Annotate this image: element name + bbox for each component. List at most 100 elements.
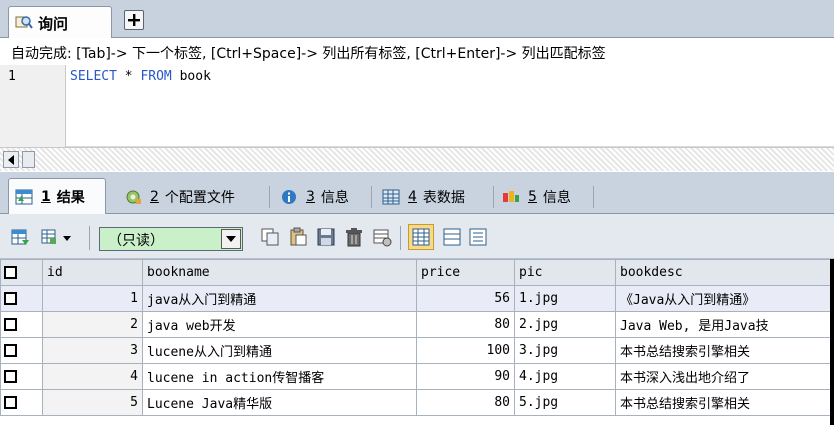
cell-id[interactable]: 1	[42, 285, 143, 312]
cell-price[interactable]: 80	[416, 311, 515, 338]
line-gutter: 1	[0, 65, 66, 147]
checkbox-icon	[4, 318, 17, 331]
cell-pic[interactable]: 2.jpg	[514, 311, 616, 338]
checkbox-icon	[4, 370, 17, 383]
row-checkbox[interactable]	[0, 389, 43, 416]
sql-editor[interactable]: 1 SELECT * FROM book	[0, 65, 834, 147]
cell-id[interactable]: 5	[42, 389, 143, 416]
save-icon[interactable]	[316, 227, 336, 247]
cell-price[interactable]: 100	[416, 337, 515, 364]
tab-table-data-number: 4	[408, 189, 417, 205]
checkbox-icon	[4, 396, 17, 409]
scroll-thumb[interactable]	[22, 151, 35, 168]
table-row[interactable]: 3 lucene从入门到精通 100 3.jpg 本书总结搜索引擎相关	[0, 337, 834, 364]
delete-icon[interactable]	[344, 227, 364, 247]
row-checkbox[interactable]	[0, 285, 43, 312]
query-tab-label: 询问	[38, 15, 69, 33]
tab-messages-label: 信息	[320, 190, 349, 206]
sql-keyword-select: SELECT	[70, 69, 117, 84]
plus-icon	[128, 14, 140, 26]
cell-pic[interactable]: 5.jpg	[514, 389, 616, 416]
tab-divider	[269, 186, 270, 208]
scroll-left-button[interactable]	[3, 151, 19, 168]
paste-icon[interactable]	[288, 227, 308, 247]
tab-table-data[interactable]: 4 表数据	[376, 182, 494, 212]
tab-divider	[493, 186, 494, 208]
checkbox-icon	[4, 266, 17, 279]
arrow-left-icon	[8, 155, 14, 165]
grid-view-icon[interactable]	[408, 224, 434, 250]
tab-divider	[593, 186, 594, 208]
info-icon	[282, 190, 296, 204]
tab-results[interactable]: 1 结果	[8, 178, 106, 214]
column-header-id[interactable]: id	[42, 259, 143, 286]
toolbar-divider	[400, 226, 401, 250]
toolbar-divider	[89, 226, 90, 250]
cell-bookdesc[interactable]: 本书总结搜索引擎相关	[615, 337, 834, 364]
select-all-checkbox[interactable]	[0, 259, 43, 286]
cell-id[interactable]: 3	[42, 337, 143, 364]
chevron-down-icon[interactable]	[62, 227, 72, 247]
editor-horizontal-scrollbar[interactable]	[0, 147, 834, 171]
tab-divider	[371, 186, 372, 208]
cell-bookdesc[interactable]: 本书总结搜索引擎相关	[615, 389, 834, 416]
cell-bookname[interactable]: lucene in action传智播客	[142, 363, 417, 390]
grid-right-edge	[830, 259, 834, 425]
result-tab-strip: 1 结果 2 个配置文件 3 信息 4 表数据 5 信息	[0, 172, 834, 214]
table-row[interactable]: 2 java web开发 80 2.jpg Java Web, 是用Java技	[0, 311, 834, 338]
copy-icon[interactable]	[260, 227, 280, 247]
result-grid[interactable]: id bookname price pic bookdesc 1 java从入门…	[0, 259, 834, 425]
refresh-icon[interactable]	[372, 227, 392, 247]
cell-bookdesc[interactable]: 《Java从入门到精通》	[615, 285, 834, 312]
export-icon[interactable]	[10, 227, 30, 247]
checkbox-icon	[4, 344, 17, 357]
readonly-mode-value: （只读）	[108, 233, 164, 249]
cell-bookname[interactable]: java web开发	[142, 311, 417, 338]
readonly-mode-select[interactable]: （只读）	[99, 227, 243, 251]
row-checkbox[interactable]	[0, 311, 43, 338]
query-icon	[15, 16, 33, 29]
tab-results-label: 结果	[56, 189, 85, 206]
tab-messages[interactable]: 3 信息	[274, 182, 372, 212]
column-header-pic[interactable]: pic	[514, 259, 616, 286]
row-checkbox[interactable]	[0, 363, 43, 390]
autocomplete-hint: 自动完成: [Tab]-> 下一个标签, [Ctrl+Space]-> 列出所有…	[0, 39, 834, 65]
table-row[interactable]: 1 java从入门到精通 56 1.jpg 《Java从入门到精通》	[0, 285, 834, 312]
cell-bookdesc[interactable]: Java Web, 是用Java技	[615, 311, 834, 338]
info-history-icon	[503, 191, 519, 202]
query-tab[interactable]: 询问	[8, 6, 112, 38]
row-checkbox[interactable]	[0, 337, 43, 364]
sql-text[interactable]: SELECT * FROM book	[70, 69, 211, 84]
mode-dropdown-button[interactable]	[221, 229, 241, 249]
result-table: id bookname price pic bookdesc 1 java从入门…	[0, 259, 834, 416]
tab-profiles[interactable]: 2 个配置文件	[118, 182, 270, 212]
profile-icon	[126, 190, 141, 204]
grid-options-icon[interactable]	[40, 227, 60, 247]
cell-pic[interactable]: 3.jpg	[514, 337, 616, 364]
cell-pic[interactable]: 1.jpg	[514, 285, 616, 312]
query-tab-strip: 询问	[0, 0, 834, 38]
add-tab-button[interactable]	[124, 10, 144, 30]
table-row[interactable]: 4 lucene in action传智播客 90 4.jpg 本书深入浅出地介…	[0, 363, 834, 390]
column-header-price[interactable]: price	[416, 259, 515, 286]
tab-history-label: 信息	[542, 190, 571, 206]
tab-messages-number: 3	[306, 189, 315, 205]
cell-id[interactable]: 2	[42, 311, 143, 338]
column-header-bookname[interactable]: bookname	[142, 259, 417, 286]
column-header-bookdesc[interactable]: bookdesc	[615, 259, 834, 286]
cell-pic[interactable]: 4.jpg	[514, 363, 616, 390]
cell-bookname[interactable]: lucene从入门到精通	[142, 337, 417, 364]
table-row[interactable]: 5 Lucene Java精华版 80 5.jpg 本书总结搜索引擎相关	[0, 389, 834, 416]
cell-price[interactable]: 90	[416, 363, 515, 390]
cell-id[interactable]: 4	[42, 363, 143, 390]
cell-bookdesc[interactable]: 本书深入浅出地介绍了	[615, 363, 834, 390]
tab-history-number: 5	[528, 189, 537, 205]
cell-bookname[interactable]: Lucene Java精华版	[142, 389, 417, 416]
cell-bookname[interactable]: java从入门到精通	[142, 285, 417, 312]
form-view-icon[interactable]	[442, 227, 462, 247]
result-toolbar: （只读）	[0, 214, 834, 259]
cell-price[interactable]: 56	[416, 285, 515, 312]
text-view-icon[interactable]	[468, 227, 488, 247]
tab-history[interactable]: 5 信息	[496, 182, 594, 212]
cell-price[interactable]: 80	[416, 389, 515, 416]
